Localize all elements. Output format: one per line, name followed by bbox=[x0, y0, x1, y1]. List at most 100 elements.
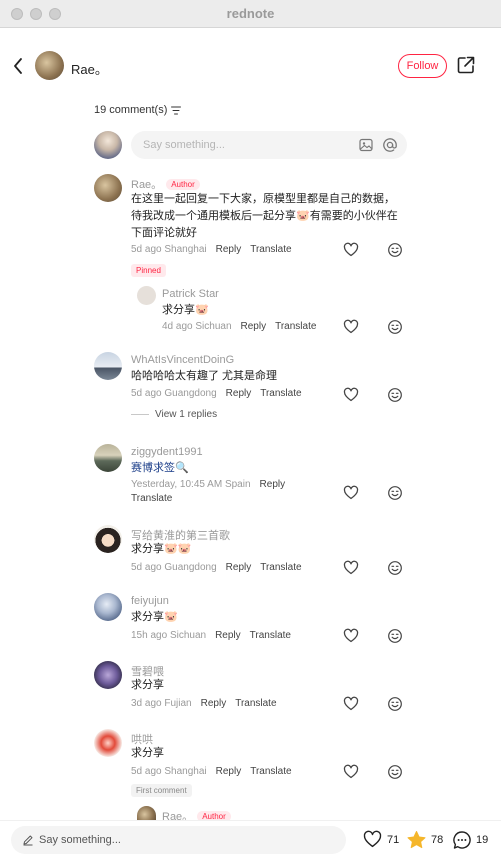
star-icon bbox=[407, 831, 426, 849]
comment-total: 19 bbox=[476, 834, 489, 846]
comment-text: 求分享🐷🐷 bbox=[131, 543, 192, 555]
smile-icon[interactable] bbox=[387, 560, 403, 576]
reply-button[interactable]: Reply bbox=[201, 698, 227, 709]
smile-icon[interactable] bbox=[387, 319, 403, 335]
comment-count-label: 19 comment(s) bbox=[94, 104, 168, 116]
avatar[interactable] bbox=[94, 174, 122, 202]
heart-icon[interactable] bbox=[343, 485, 359, 501]
reply-button[interactable]: Reply bbox=[216, 244, 242, 255]
reply-button[interactable]: Reply bbox=[226, 388, 252, 399]
translate-button[interactable]: Translate bbox=[260, 562, 301, 573]
translate-button[interactable]: Translate bbox=[250, 766, 291, 777]
avatar[interactable] bbox=[94, 444, 122, 472]
heart-icon bbox=[363, 830, 382, 848]
current-user-avatar bbox=[94, 131, 122, 159]
heart-icon[interactable] bbox=[343, 319, 359, 335]
comment-text: 求分享🐷 bbox=[162, 304, 209, 316]
avatar[interactable] bbox=[94, 593, 122, 621]
comment-text: 哈哈哈哈太有趣了 尤其是命理 bbox=[131, 370, 278, 382]
reply-button[interactable]: Reply bbox=[215, 630, 241, 641]
comment-text: 求分享 bbox=[131, 747, 164, 759]
heart-icon[interactable] bbox=[343, 560, 359, 576]
avatar[interactable] bbox=[94, 729, 122, 757]
avatar[interactable] bbox=[94, 352, 122, 380]
comment-author-name[interactable]: feiyujun bbox=[131, 595, 169, 607]
divider bbox=[131, 414, 149, 415]
reply-button[interactable]: Reply bbox=[260, 479, 286, 490]
comment-time-location: 5d ago Guangdong bbox=[131, 388, 217, 399]
back-button[interactable] bbox=[8, 54, 28, 78]
comment-button[interactable]: 19 bbox=[452, 830, 488, 850]
comment-meta: Yesterday, 10:45 AM Spain Reply Translat… bbox=[131, 479, 321, 504]
collect-count: 78 bbox=[431, 834, 444, 846]
reply-button[interactable]: Reply bbox=[241, 321, 267, 332]
heart-icon[interactable] bbox=[343, 242, 359, 258]
comment-time-location: 5d ago Shanghai bbox=[131, 244, 207, 255]
heart-icon[interactable] bbox=[343, 387, 359, 403]
avatar[interactable] bbox=[137, 806, 156, 820]
reply-button[interactable]: Reply bbox=[226, 562, 252, 573]
bottom-input-placeholder: Say something... bbox=[39, 834, 121, 846]
pinned-badge: Pinned bbox=[131, 264, 166, 277]
comment-time-location: 5d ago Shanghai bbox=[131, 766, 207, 777]
follow-button[interactable]: Follow bbox=[398, 54, 447, 78]
window-title: rednote bbox=[226, 6, 275, 21]
pencil-icon bbox=[23, 835, 33, 846]
at-icon[interactable] bbox=[382, 137, 398, 153]
comment-time-location: 3d ago Fujian bbox=[131, 698, 192, 709]
translate-button[interactable]: Translate bbox=[131, 493, 172, 504]
view-replies-label: View 1 replies bbox=[155, 409, 218, 420]
comment-time-location: Yesterday, 10:45 AM Spain bbox=[131, 479, 251, 490]
comment-time-location: 4d ago Sichuan bbox=[162, 321, 232, 332]
reply-button[interactable]: Reply bbox=[216, 766, 242, 777]
avatar[interactable] bbox=[137, 286, 156, 305]
author-name[interactable]: Rae。 bbox=[71, 59, 108, 78]
comment-author[interactable]: Rae。 Author bbox=[131, 176, 200, 192]
comment-author-name[interactable]: WhAtIsVincentDoinG bbox=[131, 354, 234, 366]
comment-text: 求分享🐷 bbox=[131, 611, 178, 623]
note-header: Rae。 Follow bbox=[0, 28, 501, 104]
comment-meta: 5d ago Shanghai Reply Translate bbox=[131, 244, 292, 255]
translate-button[interactable]: Translate bbox=[260, 388, 301, 399]
comment-meta: 3d ago Fujian Reply Translate bbox=[131, 698, 277, 709]
view-replies-button[interactable]: View 1 replies bbox=[131, 409, 217, 420]
translate-button[interactable]: Translate bbox=[250, 630, 291, 641]
comment-meta: 4d ago Sichuan Reply Translate bbox=[162, 321, 316, 332]
comment-author-name: Rae。 bbox=[131, 179, 163, 191]
smile-icon[interactable] bbox=[387, 696, 403, 712]
smile-icon[interactable] bbox=[387, 485, 403, 501]
comment-text: 求分享 bbox=[131, 679, 164, 691]
smile-icon[interactable] bbox=[387, 764, 403, 780]
avatar[interactable] bbox=[94, 661, 122, 689]
like-count: 71 bbox=[387, 833, 400, 846]
smile-icon[interactable] bbox=[387, 242, 403, 258]
avatar[interactable] bbox=[94, 525, 122, 553]
share-button[interactable] bbox=[456, 55, 476, 75]
comment-author-name[interactable]: ziggydent1991 bbox=[131, 446, 203, 458]
heart-icon[interactable] bbox=[343, 764, 359, 780]
image-icon[interactable] bbox=[358, 137, 374, 153]
comment-text: 在这里一起回复一下大家，原模型里都是自己的数据，待我改成一个通用模板后一起分享🐷… bbox=[131, 193, 398, 239]
collect-button[interactable]: 78 bbox=[406, 830, 443, 850]
translate-button[interactable]: Translate bbox=[235, 698, 276, 709]
smile-icon[interactable] bbox=[387, 628, 403, 644]
comment-author-name[interactable]: Patrick Star bbox=[162, 288, 219, 300]
window-titlebar: rednote bbox=[0, 0, 501, 28]
author-avatar[interactable] bbox=[35, 51, 64, 80]
comment-time-location: 5d ago Guangdong bbox=[131, 562, 217, 573]
translate-button[interactable]: Translate bbox=[250, 244, 291, 255]
heart-icon[interactable] bbox=[343, 696, 359, 712]
heart-icon[interactable] bbox=[343, 628, 359, 644]
comment-text: 赛博求签🔍 bbox=[131, 462, 189, 474]
comment-input-placeholder: Say something... bbox=[143, 139, 225, 151]
comment-input[interactable]: Say something... bbox=[131, 131, 407, 159]
comment-meta: 15h ago Sichuan Reply Translate bbox=[131, 630, 291, 641]
comment-meta: 5d ago Guangdong Reply Translate bbox=[131, 562, 302, 573]
bottom-comment-input[interactable]: Say something... bbox=[11, 826, 346, 854]
translate-button[interactable]: Translate bbox=[275, 321, 316, 332]
like-button[interactable]: 71 bbox=[362, 830, 399, 849]
sort-icon[interactable] bbox=[171, 106, 182, 115]
back-arrow-icon bbox=[14, 58, 22, 74]
comment-time-location: 15h ago Sichuan bbox=[131, 630, 207, 641]
smile-icon[interactable] bbox=[387, 387, 403, 403]
